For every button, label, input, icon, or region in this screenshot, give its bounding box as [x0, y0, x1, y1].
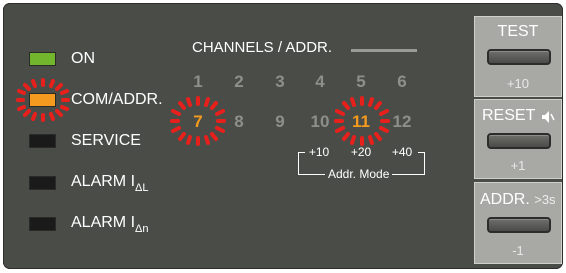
- reset-button-title: RESET: [482, 107, 536, 124]
- led-service-label: SERVICE: [71, 132, 141, 149]
- channel-11: 11: [352, 112, 370, 131]
- reset-button-value: +1: [510, 158, 526, 173]
- reset-button-group: RESET +1: [474, 99, 562, 179]
- led-on-label: ON: [71, 50, 95, 67]
- addr-button-title: ADDR. >3s: [480, 191, 556, 209]
- channel-5: 5: [356, 72, 366, 91]
- channel-4: 4: [315, 72, 325, 91]
- led-alarm-dn-icon: [29, 217, 56, 231]
- led-on-row: ON: [29, 48, 95, 70]
- channels-title-rule: [351, 49, 417, 52]
- channel-10: 10: [310, 112, 330, 131]
- addr-value-plus10: +10: [308, 145, 330, 159]
- led-alarm-dl-icon: [29, 176, 56, 190]
- led-service-row: SERVICE: [29, 130, 141, 152]
- addr-button-hint: >3s: [534, 192, 556, 207]
- led-on-icon: [29, 52, 56, 66]
- test-button-title: TEST: [497, 23, 539, 40]
- addr-mode-label: Addr. Mode: [325, 167, 393, 181]
- addr-button[interactable]: [487, 217, 551, 233]
- led-com-addr-icon: [29, 93, 56, 107]
- speaker-mute-icon: [542, 111, 555, 123]
- channels-title: CHANNELS / ADDR.: [192, 39, 333, 56]
- test-button[interactable]: [487, 49, 551, 65]
- channel-9: 9: [275, 112, 285, 131]
- channel-12: 12: [392, 112, 412, 131]
- test-button-group: TEST +10: [474, 16, 562, 97]
- addr-mode-bracket-tick-right: [418, 152, 425, 153]
- test-button-value: +10: [506, 76, 530, 91]
- addr-value-plus20: +20: [350, 145, 372, 159]
- channel-6: 6: [397, 72, 407, 91]
- addr-value-plus40: +40: [391, 145, 413, 159]
- led-service-icon: [29, 134, 56, 148]
- led-alarm-dl-label: ALARM IΔL: [71, 172, 149, 194]
- addr-button-value: -1: [512, 243, 524, 258]
- led-alarm-dn-row: ALARM IΔn: [29, 213, 148, 235]
- channel-3: 3: [275, 72, 285, 91]
- led-com-addr-label: COM/ADDR.: [71, 91, 163, 108]
- reset-button[interactable]: [487, 133, 551, 149]
- led-alarm-dl-row: ALARM IΔL: [29, 172, 148, 194]
- device-front-panel: ON COM/ADDR. SERVICE ALARM IΔL ALARM IΔn…: [3, 3, 563, 269]
- addr-button-group: ADDR. >3s -1: [474, 182, 562, 264]
- addr-button-label: ADDR.: [480, 191, 530, 208]
- led-alarm-dn-label: ALARM IΔn: [71, 213, 149, 235]
- channel-7: 7: [193, 112, 203, 131]
- led-com-addr-row: COM/ADDR.: [16, 78, 163, 122]
- channel-8: 8: [234, 112, 244, 131]
- channel-1: 1: [193, 72, 203, 91]
- channel-2: 2: [234, 72, 244, 91]
